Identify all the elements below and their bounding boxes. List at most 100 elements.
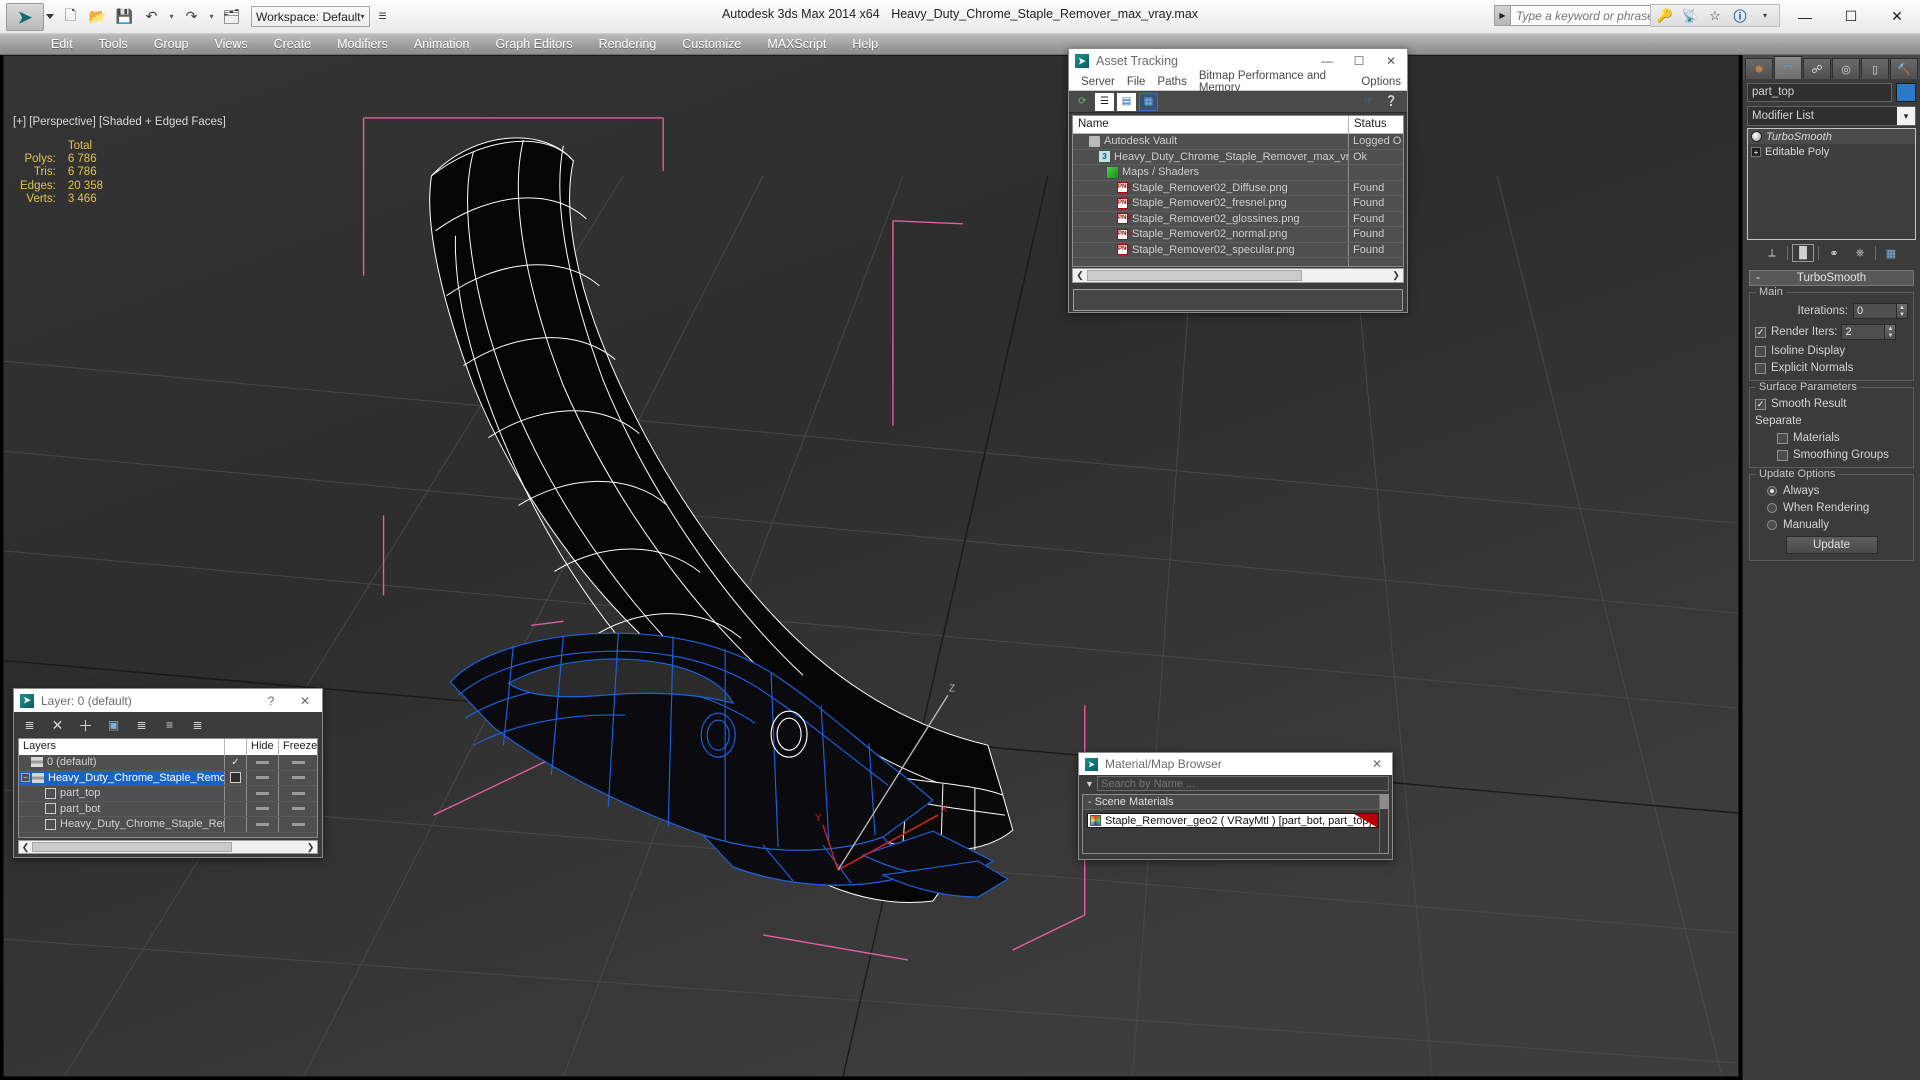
menu-graph-editors[interactable]: Graph Editors: [482, 34, 585, 54]
search-dropdown-icon[interactable]: ▶: [1494, 5, 1510, 26]
lightbulb-icon[interactable]: [1751, 131, 1762, 142]
key-icon[interactable]: 🔑: [1653, 5, 1677, 26]
separate-smoothing-groups-checkbox[interactable]: [1777, 449, 1788, 461]
material-map-browser[interactable]: ➤ Material/Map Browser ✕ ▼ - Scene Mater…: [1078, 752, 1393, 860]
update-manually-row[interactable]: Manually: [1755, 519, 1908, 531]
modifier-stack[interactable]: TurboSmooth + Editable Poly: [1747, 128, 1916, 240]
workspace-menu-icon[interactable]: ☰: [375, 6, 391, 27]
layer-list-horizontal-scrollbar[interactable]: ❮ ❯: [18, 840, 318, 854]
object-freeze-toggle[interactable]: [279, 786, 317, 801]
asset-tracking-close-button[interactable]: ✕: [1375, 49, 1407, 73]
menu-create[interactable]: Create: [261, 34, 325, 54]
layer-row-object-part-top[interactable]: part_top: [19, 786, 317, 802]
3dsmax-app-logo[interactable]: ➤: [6, 3, 44, 31]
menu-animation[interactable]: Animation: [401, 34, 483, 54]
layer-hide-toggle[interactable]: [247, 755, 279, 770]
remove-modifier-icon[interactable]: ⎈: [1849, 244, 1871, 262]
app-menu-dropdown-icon[interactable]: [46, 14, 54, 19]
layer-freeze-toggle[interactable]: [279, 755, 317, 770]
update-when-rendering-row[interactable]: When Rendering: [1755, 502, 1908, 514]
expand-plus-icon[interactable]: +: [1751, 146, 1761, 157]
separate-smoothing-groups-row[interactable]: Smoothing Groups: [1755, 449, 1908, 461]
layer-freeze-toggle[interactable]: [279, 771, 317, 786]
redo-dropdown-icon[interactable]: ▾: [206, 5, 217, 29]
layer-current-check-icon[interactable]: ✓: [225, 755, 247, 770]
separate-materials-checkbox[interactable]: [1777, 432, 1788, 444]
layer-dialog-title-bar[interactable]: ➤ Layer: 0 (default) ? ✕: [14, 689, 322, 712]
menu-edit[interactable]: Edit: [38, 34, 86, 54]
asset-menu-server[interactable]: Server: [1075, 76, 1121, 88]
undo-dropdown-icon[interactable]: ▾: [166, 5, 177, 29]
asset-row-glossines-map[interactable]: PNG Staple_Remover02_glossines.png Found: [1073, 211, 1403, 227]
menu-maxscript[interactable]: MAXScript: [754, 34, 839, 54]
scroll-right-icon[interactable]: ❯: [1389, 270, 1403, 281]
column-header-name[interactable]: Name: [1073, 116, 1349, 133]
help-question-icon[interactable]: ❔: [1382, 93, 1401, 111]
asset-menu-options[interactable]: Options: [1355, 76, 1407, 88]
layer-row-heavy-duty-chrome-staple-remover[interactable]: − Heavy_Duty_Chrome_Staple_Remover: [19, 770, 317, 786]
refresh-icon[interactable]: ⟳: [1073, 93, 1092, 111]
scrollbar-thumb[interactable]: [32, 842, 232, 852]
menu-modifiers[interactable]: Modifiers: [324, 34, 401, 54]
asset-row-max-file[interactable]: 3 Heavy_Duty_Chrome_Staple_Remover_max_v…: [1073, 149, 1403, 165]
asset-menu-bitmap-performance-and-memory[interactable]: Bitmap Performance and Memory: [1193, 70, 1356, 94]
update-button[interactable]: Update: [1785, 536, 1878, 554]
material-browser-list[interactable]: - Scene Materials Staple_Remover_geo2 ( …: [1082, 794, 1389, 854]
material-browser-close-button[interactable]: ✕: [1362, 753, 1392, 775]
collapse-expander-icon[interactable]: −: [21, 773, 30, 783]
new-file-icon[interactable]: 🗋: [58, 5, 83, 29]
chevron-down-icon[interactable]: ▾: [1897, 107, 1915, 125]
project-folder-icon[interactable]: 🗂: [219, 5, 244, 29]
object-freeze-toggle[interactable]: [279, 817, 317, 832]
layer-current-checkbox[interactable]: [225, 770, 247, 785]
asset-tracking-list[interactable]: Name Status Autodesk Vault Logged O 3 He…: [1072, 115, 1404, 267]
maximize-button[interactable]: ☐: [1828, 0, 1874, 33]
update-always-radio[interactable]: [1767, 486, 1777, 496]
layer-row-object-heavy-duty-chrome-staple-remover[interactable]: Heavy_Duty_Chrome_Staple_Remover: [19, 817, 317, 833]
menu-rendering[interactable]: Rendering: [586, 34, 670, 54]
layer-list[interactable]: Layers Hide Freeze 0 (default) ✓ − Heavy…: [18, 738, 318, 838]
asset-row-normal-map[interactable]: PNG Staple_Remover02_normal.png Found: [1073, 227, 1403, 243]
asset-menu-paths[interactable]: Paths: [1151, 76, 1192, 88]
render-iters-checkbox[interactable]: ✓: [1755, 326, 1766, 338]
menu-views[interactable]: Views: [201, 34, 260, 54]
column-header-freeze[interactable]: Freeze: [279, 739, 317, 755]
favorites-star-icon[interactable]: ☆: [1703, 5, 1727, 26]
search-input[interactable]: [1510, 5, 1670, 26]
create-new-layer-icon[interactable]: ≣: [21, 717, 38, 734]
iterations-input[interactable]: 0: [1853, 303, 1897, 319]
modifier-stack-item-turbosmooth[interactable]: TurboSmooth: [1748, 129, 1915, 144]
explicit-normals-row[interactable]: Explicit Normals: [1755, 362, 1908, 374]
object-hide-toggle[interactable]: [247, 817, 279, 832]
create-tab[interactable]: ✵: [1745, 58, 1773, 79]
render-iters-spinner[interactable]: ▲ ▼: [1885, 324, 1897, 340]
menu-tools[interactable]: Tools: [86, 34, 141, 54]
modifier-list-dropdown[interactable]: Modifier List ▾: [1747, 106, 1916, 126]
asset-row-fresnel-map[interactable]: PNG Staple_Remover02_fresnel.png Found: [1073, 196, 1403, 212]
smooth-result-row[interactable]: ✓ Smooth Result: [1755, 398, 1908, 410]
column-header-current[interactable]: [225, 739, 247, 755]
column-header-hide[interactable]: Hide: [247, 739, 279, 755]
save-file-icon[interactable]: 💾: [112, 5, 137, 29]
scroll-left-icon[interactable]: ❮: [19, 842, 32, 853]
isoline-display-checkbox[interactable]: [1755, 345, 1766, 357]
smooth-result-checkbox[interactable]: ✓: [1755, 398, 1766, 410]
show-end-result-icon[interactable]: █: [1792, 244, 1814, 262]
object-hide-toggle[interactable]: [247, 786, 279, 801]
asset-menu-file[interactable]: File: [1121, 76, 1152, 88]
delete-layer-icon[interactable]: ✕: [49, 717, 66, 734]
scene-materials-group-header[interactable]: - Scene Materials: [1083, 795, 1379, 810]
grid-view-icon[interactable]: ▦: [1139, 92, 1158, 111]
render-iters-input[interactable]: 2: [1841, 324, 1886, 340]
search-box[interactable]: ▶: [1494, 5, 1670, 26]
asset-row-maps-shaders[interactable]: Maps / Shaders: [1073, 165, 1403, 181]
isoline-display-row[interactable]: Isoline Display: [1755, 345, 1908, 357]
layer-properties-icon[interactable]: ≣: [189, 717, 206, 734]
asset-row-diffuse-map[interactable]: PNG Staple_Remover02_Diffuse.png Found: [1073, 180, 1403, 196]
material-search-input[interactable]: [1097, 776, 1389, 791]
rollout-collapse-icon[interactable]: -: [1750, 272, 1766, 284]
motion-tab[interactable]: ◎: [1832, 58, 1860, 79]
pin-stack-icon[interactable]: ⟂: [1761, 244, 1783, 262]
column-header-layers[interactable]: Layers: [19, 739, 225, 755]
minimize-button[interactable]: —: [1782, 0, 1828, 33]
